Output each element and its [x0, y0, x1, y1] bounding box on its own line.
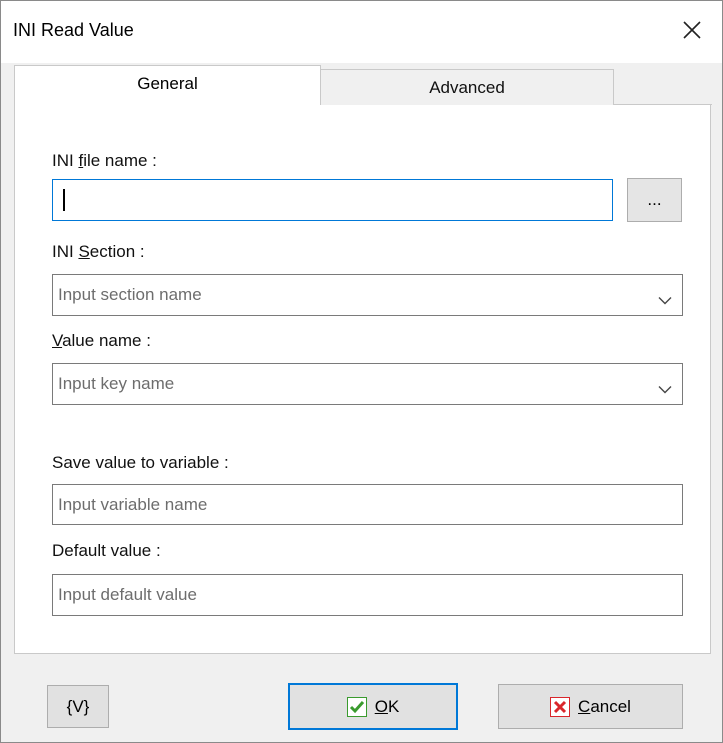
value-name-label: Value name :: [52, 331, 151, 350]
default-value-input[interactable]: Input default value: [52, 574, 683, 616]
default-value-label: Default value :: [52, 541, 161, 560]
browse-button-label: ...: [647, 190, 662, 209]
ok-button[interactable]: OK: [288, 683, 458, 730]
red-x-icon: [550, 696, 571, 717]
dialog-window: INI Read Value General Advanced INI file…: [0, 0, 723, 743]
variables-button-label: {V}: [66, 696, 90, 716]
checkmark-icon: [346, 696, 367, 717]
title-bar: INI Read Value: [1, 1, 722, 63]
chevron-down-icon[interactable]: [658, 380, 672, 394]
ini-section-label: INI Section :: [52, 242, 145, 261]
tab-advanced-label: Advanced: [429, 78, 505, 97]
value-name-combobox[interactable]: Input key name: [52, 363, 683, 405]
browse-button[interactable]: ...: [627, 178, 682, 222]
ini-section-combobox[interactable]: Input section name: [52, 274, 683, 316]
window-title: INI Read Value: [13, 20, 134, 40]
save-variable-input[interactable]: Input variable name: [52, 484, 683, 525]
tab-general[interactable]: General: [14, 65, 321, 105]
ini-section-placeholder: Input section name: [58, 285, 202, 304]
value-name-placeholder: Input key name: [58, 374, 175, 393]
tab-advanced[interactable]: Advanced: [320, 69, 614, 105]
close-icon: [682, 20, 702, 45]
default-value-placeholder: Input default value: [58, 585, 197, 604]
text-caret: [63, 189, 65, 211]
cancel-button-label: Cancel: [578, 696, 631, 716]
save-variable-placeholder: Input variable name: [58, 494, 208, 514]
close-button[interactable]: [662, 1, 722, 63]
ini-file-name-label: INI file name :: [52, 151, 157, 170]
chevron-down-icon[interactable]: [658, 291, 672, 305]
cancel-button[interactable]: Cancel: [498, 684, 683, 729]
ini-file-name-input[interactable]: [52, 179, 613, 221]
variables-button[interactable]: {V}: [47, 685, 109, 728]
ok-button-label: OK: [374, 696, 400, 716]
save-variable-label: Save value to variable :: [52, 453, 229, 472]
tab-general-label: General: [137, 74, 198, 93]
